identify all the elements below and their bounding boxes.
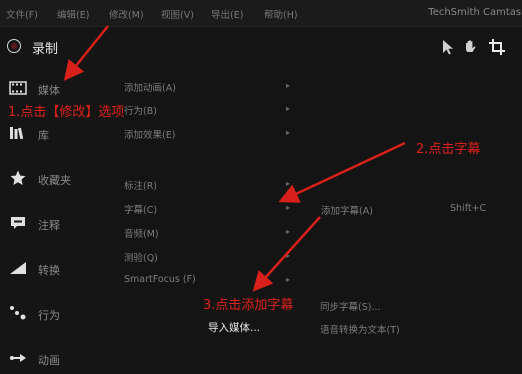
annotation-arrows xyxy=(63,25,406,292)
annotation-step3: 3.点击添加字幕 xyxy=(203,298,294,313)
annotation-step2: 2.点击字幕 xyxy=(416,142,481,157)
arrow-step2 xyxy=(278,141,406,203)
arrow-step3 xyxy=(252,216,321,292)
arrow-step1 xyxy=(63,25,109,81)
annotation-step1: 1.点击【修改】选项 xyxy=(8,105,125,120)
